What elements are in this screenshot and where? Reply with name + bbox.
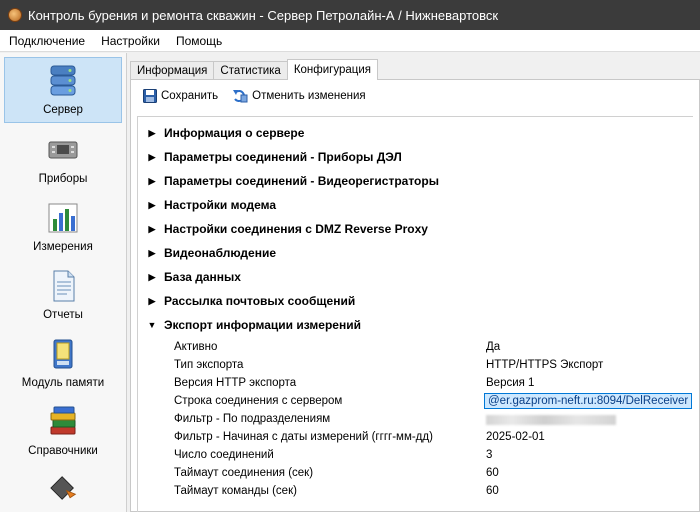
sidebar-item-devices[interactable]: Приборы: [4, 125, 122, 191]
save-button[interactable]: Сохранить: [143, 89, 218, 103]
save-button-label: Сохранить: [161, 90, 219, 102]
property-key: Версия HTTP экспорта: [174, 377, 297, 389]
expand-arrow-icon[interactable]: ▶: [142, 272, 162, 283]
tab-statistics[interactable]: Статистика: [213, 61, 288, 80]
revert-changes-button[interactable]: Отменить изменения: [232, 89, 366, 103]
title-bar: Контроль бурения и ремонта скважин - Сер…: [0, 0, 700, 30]
report-icon: [53, 270, 75, 302]
property-key: Таймаут команды (сек): [174, 485, 297, 497]
window-title: Контроль бурения и ремонта скважин - Сер…: [28, 7, 499, 23]
books-icon: [50, 406, 76, 435]
section-label: Информация о сервере: [164, 126, 305, 140]
section-database[interactable]: ▶ База данных: [138, 265, 688, 289]
sidebar-item-reports[interactable]: Отчеты: [4, 261, 122, 327]
sidebar-item-memory-module[interactable]: Модуль памяти: [4, 329, 122, 395]
section-video-recorder-connection[interactable]: ▶ Параметры соединений - Видеорегистрато…: [138, 169, 688, 193]
property-row[interactable]: Тип экспорта HTTP/HTTPS Экспорт: [138, 357, 688, 375]
property-key: Число соединений: [174, 449, 274, 461]
property-key: Таймаут соединения (сек): [174, 467, 314, 479]
sidebar-item-label: Модуль памяти: [21, 377, 105, 389]
sidebar-item-server[interactable]: Сервер: [4, 57, 122, 123]
section-video-surveillance[interactable]: ▶ Видеонаблюдение: [138, 241, 688, 265]
property-row[interactable]: Таймаут соединения (сек) 60: [138, 465, 688, 483]
property-value[interactable]: 2025-02-01: [486, 431, 545, 443]
section-label: Настройки соединения с DMZ Reverse Proxy: [164, 222, 428, 236]
property-value[interactable]: HTTP/HTTPS Экспорт: [486, 359, 603, 371]
menu-help[interactable]: Помощь: [167, 34, 229, 48]
property-row[interactable]: Активно Да: [138, 339, 688, 357]
sidebar-item-chip[interactable]: [4, 465, 122, 512]
section-mail-distribution[interactable]: ▶ Рассылка почтовых сообщений: [138, 289, 688, 313]
section-server-info[interactable]: ▶ Информация о сервере: [138, 121, 688, 145]
section-label: Рассылка почтовых сообщений: [164, 294, 356, 308]
section-label: Параметры соединений - Видеорегистраторы: [164, 174, 439, 188]
sidebar-item-label: Приборы: [38, 173, 88, 185]
property-row[interactable]: Таймаут команды (сек) 60: [138, 483, 688, 501]
property-value[interactable]: Да: [486, 341, 500, 353]
tab-configuration[interactable]: Конфигурация: [286, 59, 379, 80]
section-label: Видеонаблюдение: [164, 246, 277, 260]
sidebar-item-label: Измерения: [33, 241, 93, 253]
menu-settings[interactable]: Настройки: [92, 34, 167, 48]
section-modem-settings[interactable]: ▶ Настройки модема: [138, 193, 688, 217]
expand-arrow-icon[interactable]: ▶: [142, 224, 162, 235]
property-value[interactable]: 60: [486, 485, 499, 497]
expand-arrow-icon[interactable]: ▶: [142, 296, 162, 307]
undo-icon: [233, 90, 248, 103]
sidebar-item-label: Отчеты: [43, 309, 83, 321]
chip-icon: [50, 476, 77, 500]
property-key: Тип экспорта: [174, 359, 244, 371]
expand-arrow-icon[interactable]: ▶: [142, 176, 162, 187]
memory-module-icon: [53, 339, 73, 369]
expand-arrow-icon[interactable]: ▶: [142, 200, 162, 211]
section-label: База данных: [164, 270, 241, 284]
section-label: Настройки модема: [164, 198, 277, 212]
redacted-value[interactable]: [486, 413, 616, 428]
section-dmz-proxy[interactable]: ▶ Настройки соединения с DMZ Reverse Pro…: [138, 217, 688, 241]
tab-bar: Информация Статистика Конфигурация: [130, 59, 379, 80]
collapse-arrow-icon[interactable]: ▼: [142, 320, 162, 330]
device-icon: [48, 141, 78, 159]
property-row[interactable]: Фильтр - По подразделениям: [138, 411, 688, 429]
property-row[interactable]: Фильтр - Начиная с даты измерений (гггг-…: [138, 429, 688, 447]
sidebar: Сервер Приборы Измерения Отчеты Модуль п…: [0, 53, 127, 512]
chart-icon: [48, 203, 78, 233]
property-key: Строка соединения с сервером: [174, 395, 343, 407]
property-value[interactable]: 60: [486, 467, 499, 479]
expand-arrow-icon[interactable]: ▶: [142, 152, 162, 163]
menu-connection[interactable]: Подключение: [0, 34, 92, 48]
main-content: Информация Статистика Конфигурация Сохра…: [128, 53, 700, 512]
expand-arrow-icon[interactable]: ▶: [142, 248, 162, 259]
toolbar: Сохранить Отменить изменения: [131, 80, 699, 112]
sidebar-item-measurements[interactable]: Измерения: [4, 193, 122, 259]
expand-arrow-icon[interactable]: ▶: [142, 128, 162, 139]
property-key: Активно: [174, 341, 218, 353]
app-icon: [8, 8, 22, 22]
sidebar-item-label: Справочники: [28, 445, 98, 457]
section-measurement-export[interactable]: ▼ Экспорт информации измерений: [138, 313, 688, 337]
property-row[interactable]: Строка соединения с сервером @er.gazprom…: [138, 393, 693, 411]
server-icon: [50, 65, 76, 96]
revert-changes-label: Отменить изменения: [252, 90, 366, 102]
property-key: Фильтр - По подразделениям: [174, 413, 331, 425]
property-row[interactable]: Версия HTTP экспорта Версия 1: [138, 375, 688, 393]
sidebar-item-label: Сервер: [43, 104, 83, 116]
section-del-connection[interactable]: ▶ Параметры соединений - Приборы ДЭЛ: [138, 145, 688, 169]
connection-string-field[interactable]: @er.gazprom-neft.ru:8094/DelReceiver: [484, 393, 693, 409]
property-value[interactable]: 3: [486, 449, 492, 461]
tab-information[interactable]: Информация: [130, 61, 215, 80]
property-key: Фильтр - Начиная с даты измерений (гггг-…: [174, 431, 433, 443]
property-value[interactable]: Версия 1: [486, 377, 534, 389]
property-row[interactable]: Число соединений 3: [138, 447, 688, 465]
section-label: Параметры соединений - Приборы ДЭЛ: [164, 150, 402, 164]
menu-bar: Подключение Настройки Помощь: [0, 30, 700, 52]
settings-tree: ▶ Информация о сервере ▶ Параметры соеди…: [137, 116, 693, 512]
sidebar-item-references[interactable]: Справочники: [4, 397, 122, 463]
section-label: Экспорт информации измерений: [164, 318, 361, 332]
save-icon: [143, 89, 157, 103]
configuration-panel: Сохранить Отменить изменения ▶ Информаци…: [130, 79, 700, 512]
